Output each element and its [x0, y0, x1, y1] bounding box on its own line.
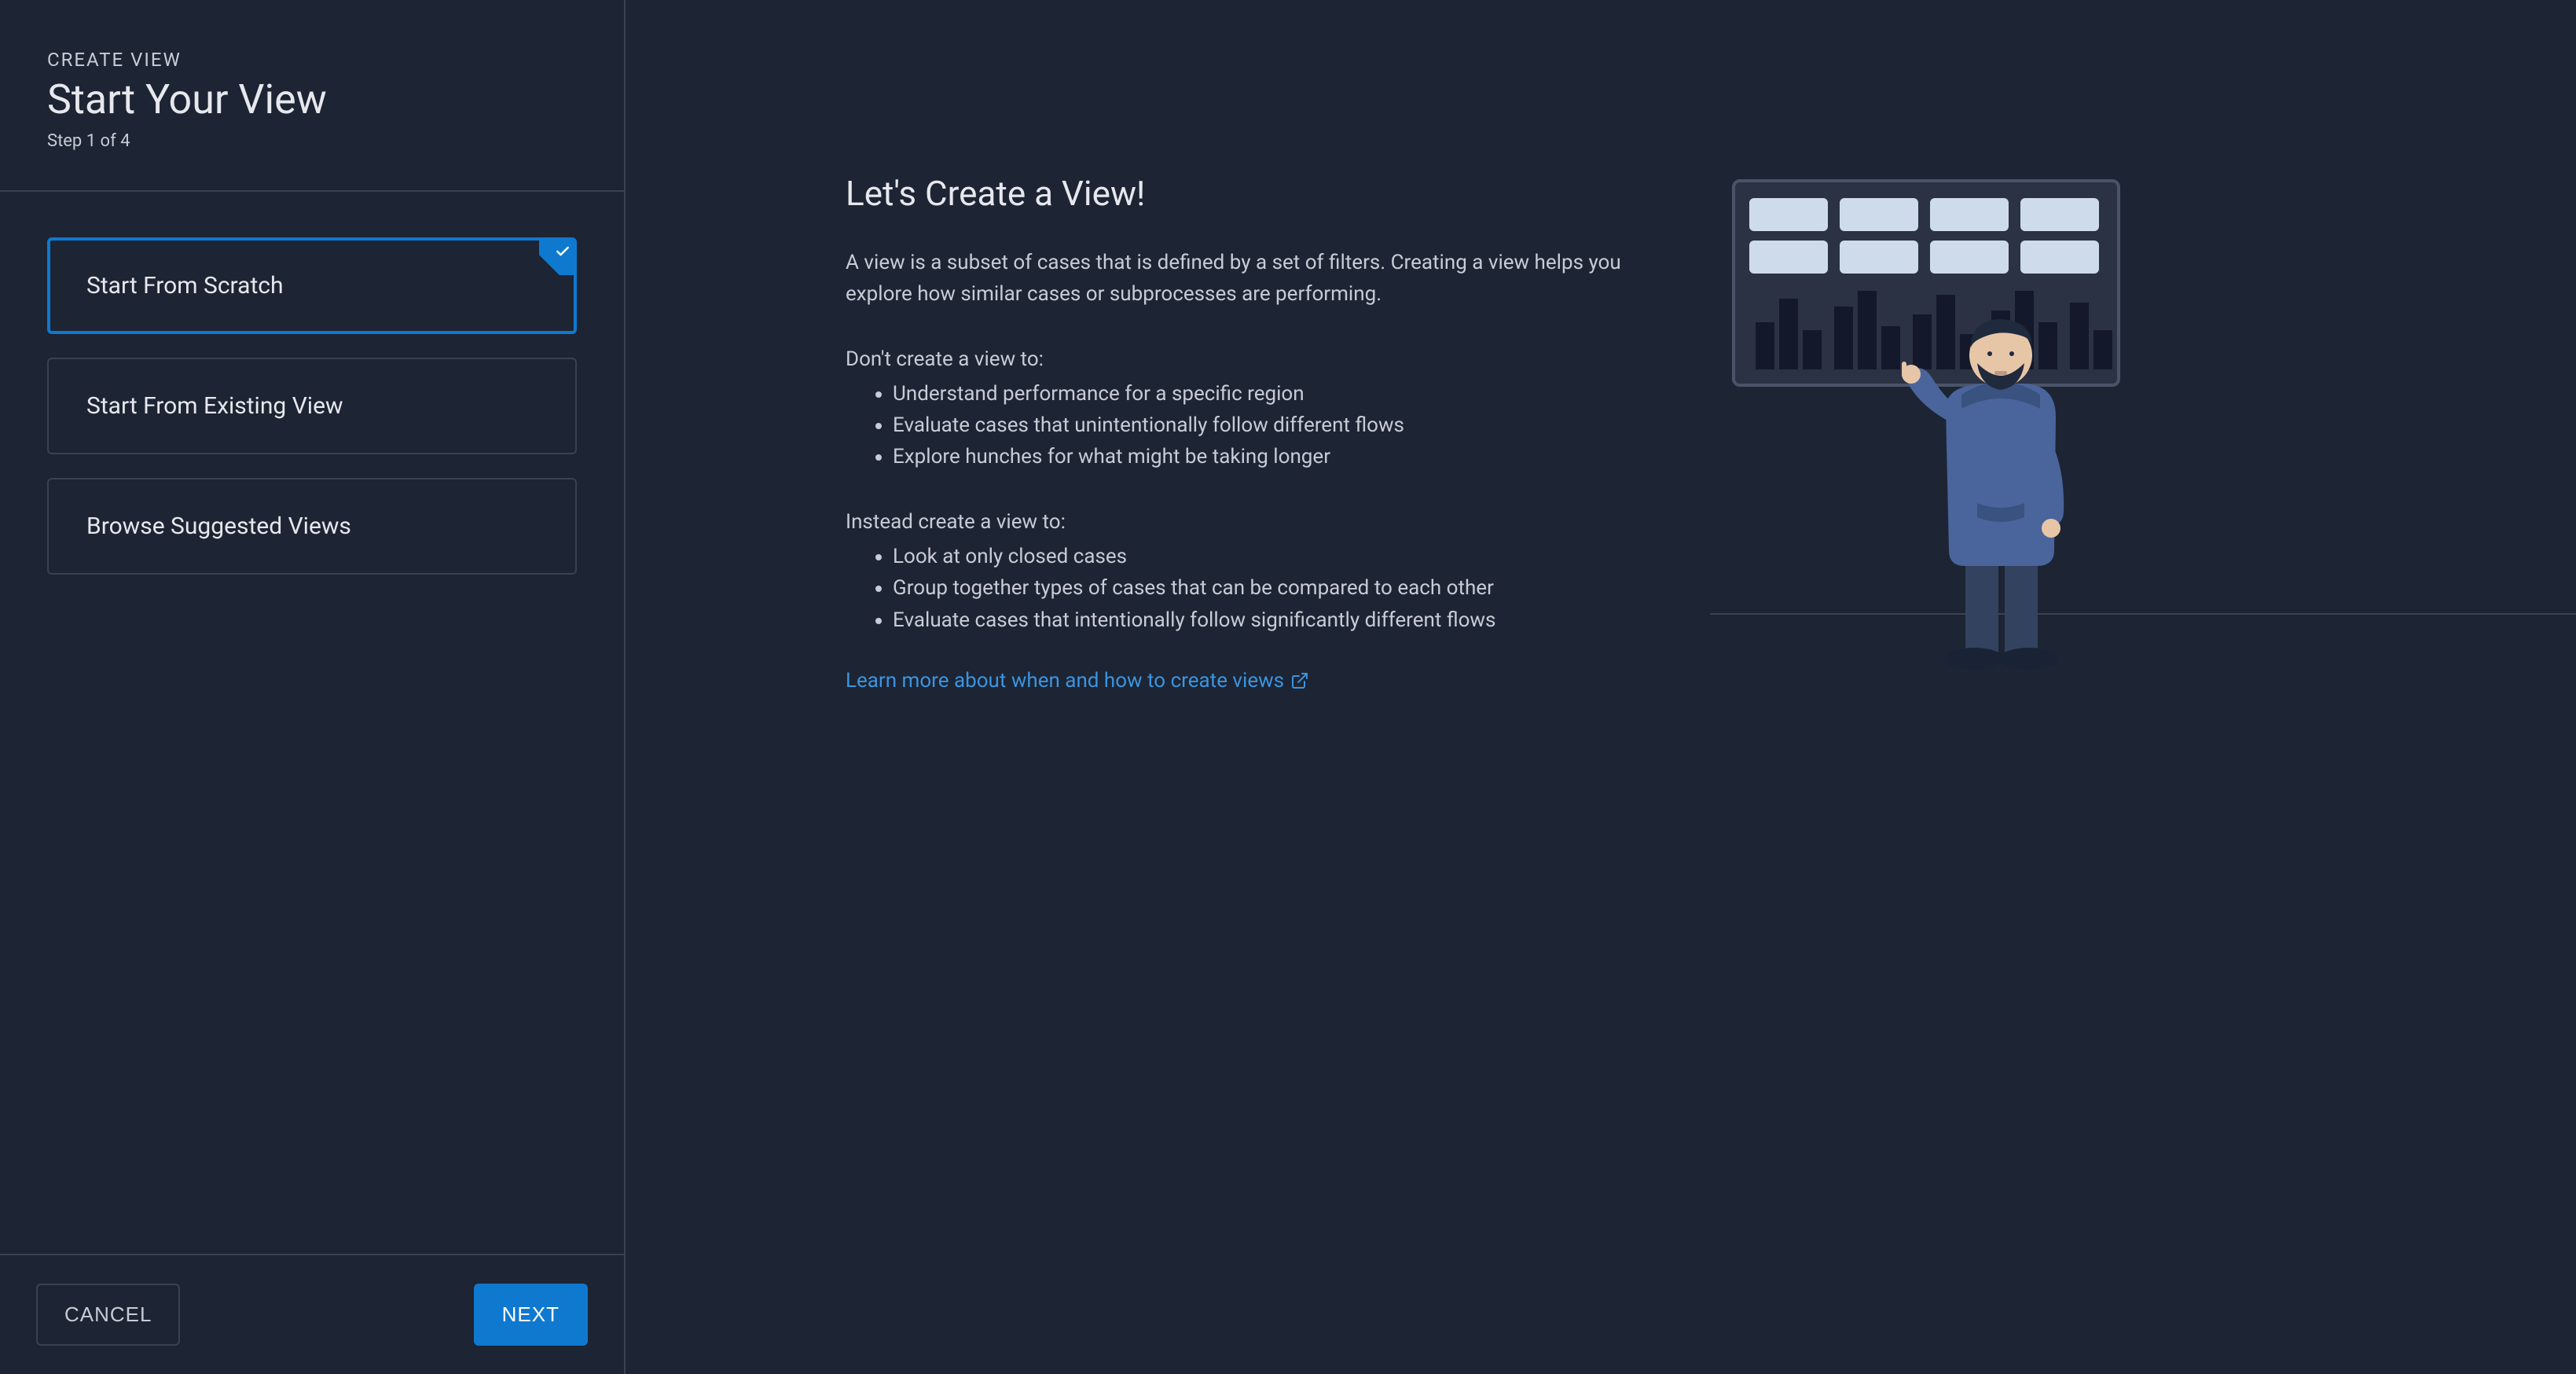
list-item: Understand performance for a specific re… — [893, 378, 1679, 410]
overline: CREATE VIEW — [47, 49, 577, 71]
intro-paragraph: A view is a subset of cases that is defi… — [846, 247, 1679, 310]
list-item: Explore hunches for what might be taking… — [893, 441, 1679, 472]
do-list: Look at only closed cases Group together… — [846, 541, 1679, 636]
selected-corner — [539, 241, 574, 275]
check-icon — [555, 244, 571, 259]
option-start-from-existing[interactable]: Start From Existing View — [47, 358, 577, 454]
learn-more-link[interactable]: Learn more about when and how to create … — [846, 669, 1309, 693]
analytics-person-illustration — [1726, 173, 2134, 676]
list-item: Evaluate cases that intentionally follow… — [893, 604, 1679, 636]
option-list: Start From Scratch Start From Existing V… — [0, 192, 624, 620]
dont-list: Understand performance for a specific re… — [846, 378, 1679, 473]
do-lead: Instead create a view to: — [846, 506, 1679, 538]
option-label: Browse Suggested Views — [86, 512, 351, 540]
content-heading: Let's Create a View! — [846, 173, 1679, 214]
option-label: Start From Scratch — [86, 272, 284, 299]
page-title: Start Your View — [47, 75, 577, 123]
list-item: Evaluate cases that unintentionally foll… — [893, 410, 1679, 441]
option-start-from-scratch[interactable]: Start From Scratch — [47, 237, 577, 334]
step-indicator: Step 1 of 4 — [47, 131, 577, 151]
wizard-sidebar: CREATE VIEW Start Your View Step 1 of 4 … — [0, 0, 626, 1374]
next-button[interactable]: NEXT — [474, 1284, 588, 1346]
sidebar-header: CREATE VIEW Start Your View Step 1 of 4 — [0, 0, 624, 192]
hero-illustration — [1726, 173, 2356, 679]
list-item: Look at only closed cases — [893, 541, 1679, 572]
main-content: Let's Create a View! A view is a subset … — [626, 0, 2576, 1374]
learn-more-text: Learn more about when and how to create … — [846, 669, 1284, 693]
sidebar-footer: CANCEL NEXT — [0, 1254, 624, 1374]
list-item: Group together types of cases that can b… — [893, 572, 1679, 604]
cancel-button[interactable]: CANCEL — [36, 1284, 180, 1346]
option-browse-suggested[interactable]: Browse Suggested Views — [47, 478, 577, 575]
dont-lead: Don't create a view to: — [846, 344, 1679, 375]
content-column: Let's Create a View! A view is a subset … — [846, 173, 1679, 1374]
external-link-icon — [1290, 671, 1309, 690]
illustration-column — [1741, 173, 2356, 1374]
option-label: Start From Existing View — [86, 392, 343, 420]
